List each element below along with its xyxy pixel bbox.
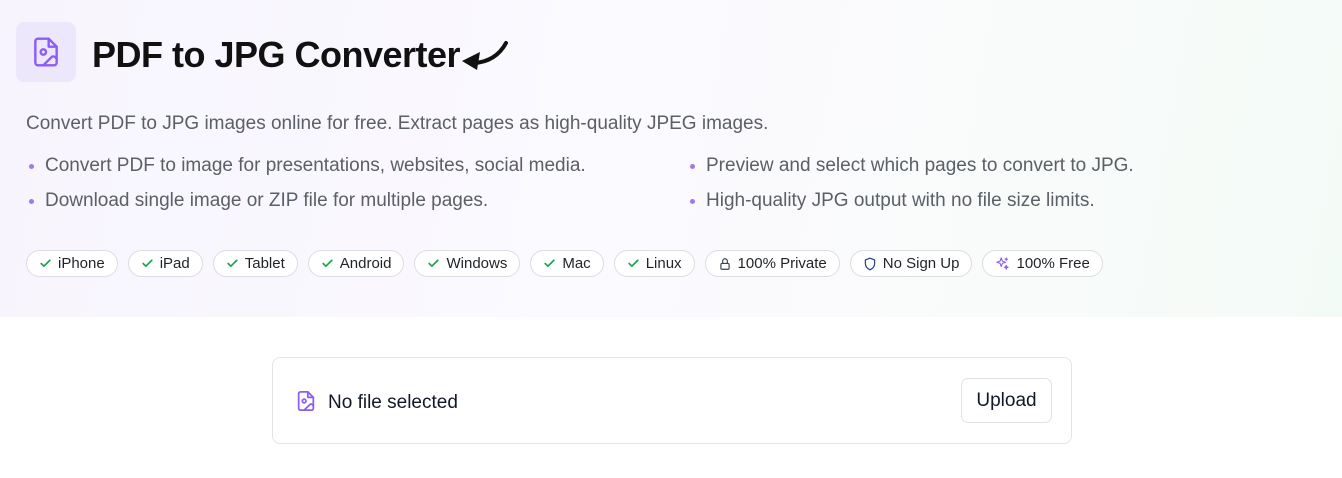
badge-no-sign-up: No Sign Up bbox=[849, 250, 973, 277]
check-icon bbox=[142, 259, 153, 268]
page-description: Convert PDF to JPG images online for fre… bbox=[26, 113, 769, 134]
feature-item: Convert PDF to image for presentations, … bbox=[26, 154, 586, 178]
logo-tile bbox=[16, 22, 76, 82]
file-image-icon bbox=[297, 390, 315, 412]
bullet-dot bbox=[29, 198, 34, 204]
feature-text: Preview and select which pages to conver… bbox=[706, 155, 1134, 176]
badge-label: 100% Private bbox=[737, 255, 827, 272]
badge-iphone: iPhone bbox=[26, 250, 118, 277]
badge-tablet: Tablet bbox=[212, 250, 298, 277]
feature-item: High-quality JPG output with no file siz… bbox=[687, 189, 1095, 213]
badge-free: 100% Free bbox=[982, 250, 1103, 277]
check-icon bbox=[322, 259, 333, 268]
feature-text: High-quality JPG output with no file siz… bbox=[706, 190, 1095, 211]
curved-arrow-left-icon bbox=[462, 41, 508, 70]
check-icon bbox=[40, 259, 51, 268]
badge-label: iPad bbox=[159, 255, 190, 272]
lock-icon bbox=[719, 257, 730, 270]
badge-label: Tablet bbox=[244, 255, 285, 272]
check-icon bbox=[428, 259, 440, 268]
feature-text: Convert PDF to image for presentations, … bbox=[45, 155, 586, 176]
feature-text: Download single image or ZIP file for mu… bbox=[45, 190, 489, 211]
shield-icon bbox=[864, 257, 876, 270]
badge-label: iPhone bbox=[58, 255, 105, 272]
platform-badges: iPhone iPad Tablet Android Windows Mac L… bbox=[26, 250, 1103, 277]
bullet-dot bbox=[690, 198, 695, 204]
check-icon bbox=[628, 259, 639, 268]
file-status-text: No file selected bbox=[328, 392, 458, 413]
file-image-icon bbox=[34, 37, 58, 67]
badge-label: 100% Free bbox=[1016, 255, 1090, 272]
check-icon bbox=[227, 259, 238, 268]
badge-mac: Mac bbox=[530, 250, 604, 277]
badge-ipad: iPad bbox=[127, 250, 203, 277]
badge-label: Linux bbox=[645, 255, 682, 272]
badge-label: Windows bbox=[446, 255, 508, 272]
badge-linux: Linux bbox=[613, 250, 695, 277]
badge-windows: Windows bbox=[414, 250, 521, 277]
page-title: PDF to JPG Converter bbox=[92, 34, 461, 75]
bullet-dot bbox=[690, 163, 695, 169]
check-icon bbox=[544, 259, 555, 268]
upload-button[interactable]: Upload bbox=[961, 378, 1052, 423]
bullet-dot bbox=[29, 163, 34, 169]
badge-label: Android bbox=[339, 255, 392, 272]
badge-private: 100% Private bbox=[704, 250, 840, 277]
badge-label: Mac bbox=[562, 255, 591, 272]
badge-android: Android bbox=[307, 250, 405, 277]
upload-card: No file selected Upload bbox=[272, 357, 1072, 444]
feature-item: Preview and select which pages to conver… bbox=[687, 154, 1134, 178]
badge-label: No Sign Up bbox=[882, 255, 960, 272]
sparkles-icon bbox=[996, 257, 1010, 270]
feature-item: Download single image or ZIP file for mu… bbox=[26, 189, 488, 213]
